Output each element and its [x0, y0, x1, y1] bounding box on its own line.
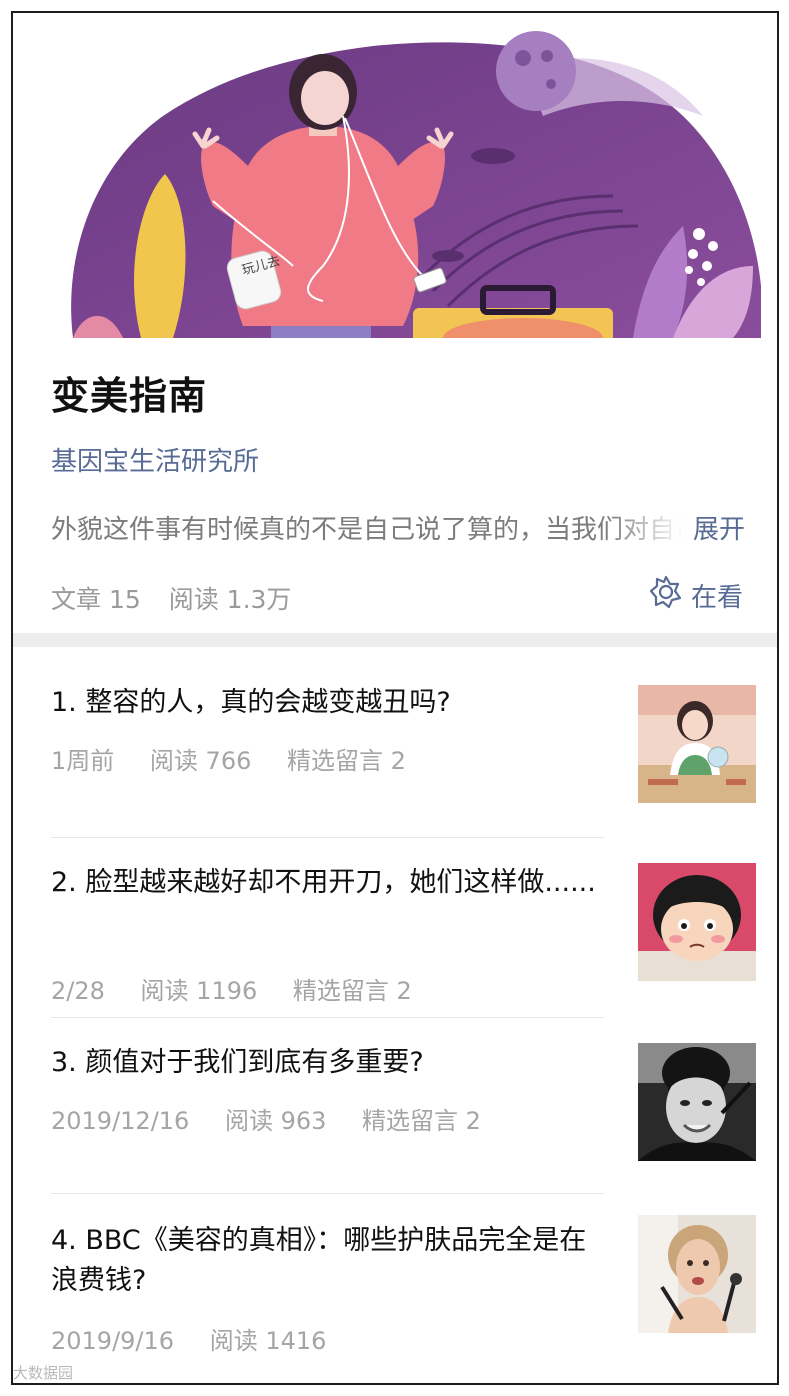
row-separator	[51, 837, 604, 838]
album-page: 玩儿去 变美指南 基因宝生活研究所 外貌这件事有时候真的不是自己说了算的，当我们…	[11, 11, 779, 1385]
article-item[interactable]: 1. 整容的人，真的会越变越丑吗? 1周前 阅读 766 精选留言 2	[51, 683, 756, 813]
article-comments: 精选留言 2	[292, 977, 412, 1005]
article-reads: 阅读 963	[224, 1107, 327, 1135]
article-reads: 阅读 1416	[209, 1327, 327, 1355]
watermark: 大数据园	[13, 1364, 74, 1382]
album-cover-image: 玩儿去	[53, 26, 761, 338]
watching-label: 在看	[690, 583, 743, 613]
album-stats: 文章 15 阅读 1.3万	[51, 580, 311, 616]
article-title: 4. BBC《美容的真相》：哪些护肤品完全是在浪费钱?	[51, 1225, 587, 1296]
article-meta: 2019/9/16 阅读 1416	[51, 1321, 354, 1356]
article-comments: 精选留言 2	[362, 1107, 481, 1135]
article-item[interactable]: 3. 颜值对于我们到底有多重要? 2019/12/16 阅读 963 精选留言 …	[51, 1043, 756, 1183]
account-name-link[interactable]: 基因宝生活研究所	[51, 441, 259, 478]
row-separator	[51, 1017, 604, 1018]
article-count: 文章 15	[51, 585, 141, 614]
article-time: 2019/12/16	[51, 1107, 190, 1135]
article-meta: 2019/12/16 阅读 963 精选留言 2	[51, 1101, 509, 1136]
article-meta: 1周前 阅读 766 精选留言 2	[51, 741, 434, 776]
article-time: 2/28	[51, 977, 105, 1005]
article-title: 2. 脸型越来越好却不用开刀，她们这样做......	[51, 867, 596, 898]
article-title: 3. 颜值对于我们到底有多重要?	[51, 1047, 424, 1078]
article-time: 2019/9/16	[51, 1327, 175, 1355]
star-flower-icon	[649, 575, 683, 616]
expand-button[interactable]: 展开	[693, 509, 745, 546]
watching-button[interactable]: 在看	[649, 575, 743, 616]
article-thumbnail	[638, 863, 756, 981]
article-thumbnail	[638, 685, 756, 803]
article-time: 1周前	[51, 747, 115, 775]
article-item[interactable]: 2. 脸型越来越好却不用开刀，她们这样做...... 2/28 阅读 1196 …	[51, 863, 756, 1013]
article-reads: 阅读 1196	[140, 977, 258, 1005]
article-reads: 阅读 766	[149, 747, 252, 775]
article-meta: 2/28 阅读 1196 精选留言 2	[51, 971, 440, 1006]
album-title: 变美指南	[51, 374, 208, 418]
article-item[interactable]: 4. BBC《美容的真相》：哪些护肤品完全是在浪费钱? 2019/9/16 阅读…	[51, 1215, 756, 1371]
section-divider	[13, 633, 777, 647]
article-thumbnail	[638, 1043, 756, 1161]
read-count: 阅读 1.3万	[168, 585, 292, 614]
row-separator	[51, 1193, 604, 1194]
article-title: 1. 整容的人，真的会越变越丑吗?	[51, 687, 451, 718]
article-comments: 精选留言 2	[287, 747, 406, 775]
article-thumbnail	[638, 1215, 756, 1333]
album-description: 外貌这件事有时候真的不是自己说了算的，当我们对自己	[51, 515, 683, 545]
